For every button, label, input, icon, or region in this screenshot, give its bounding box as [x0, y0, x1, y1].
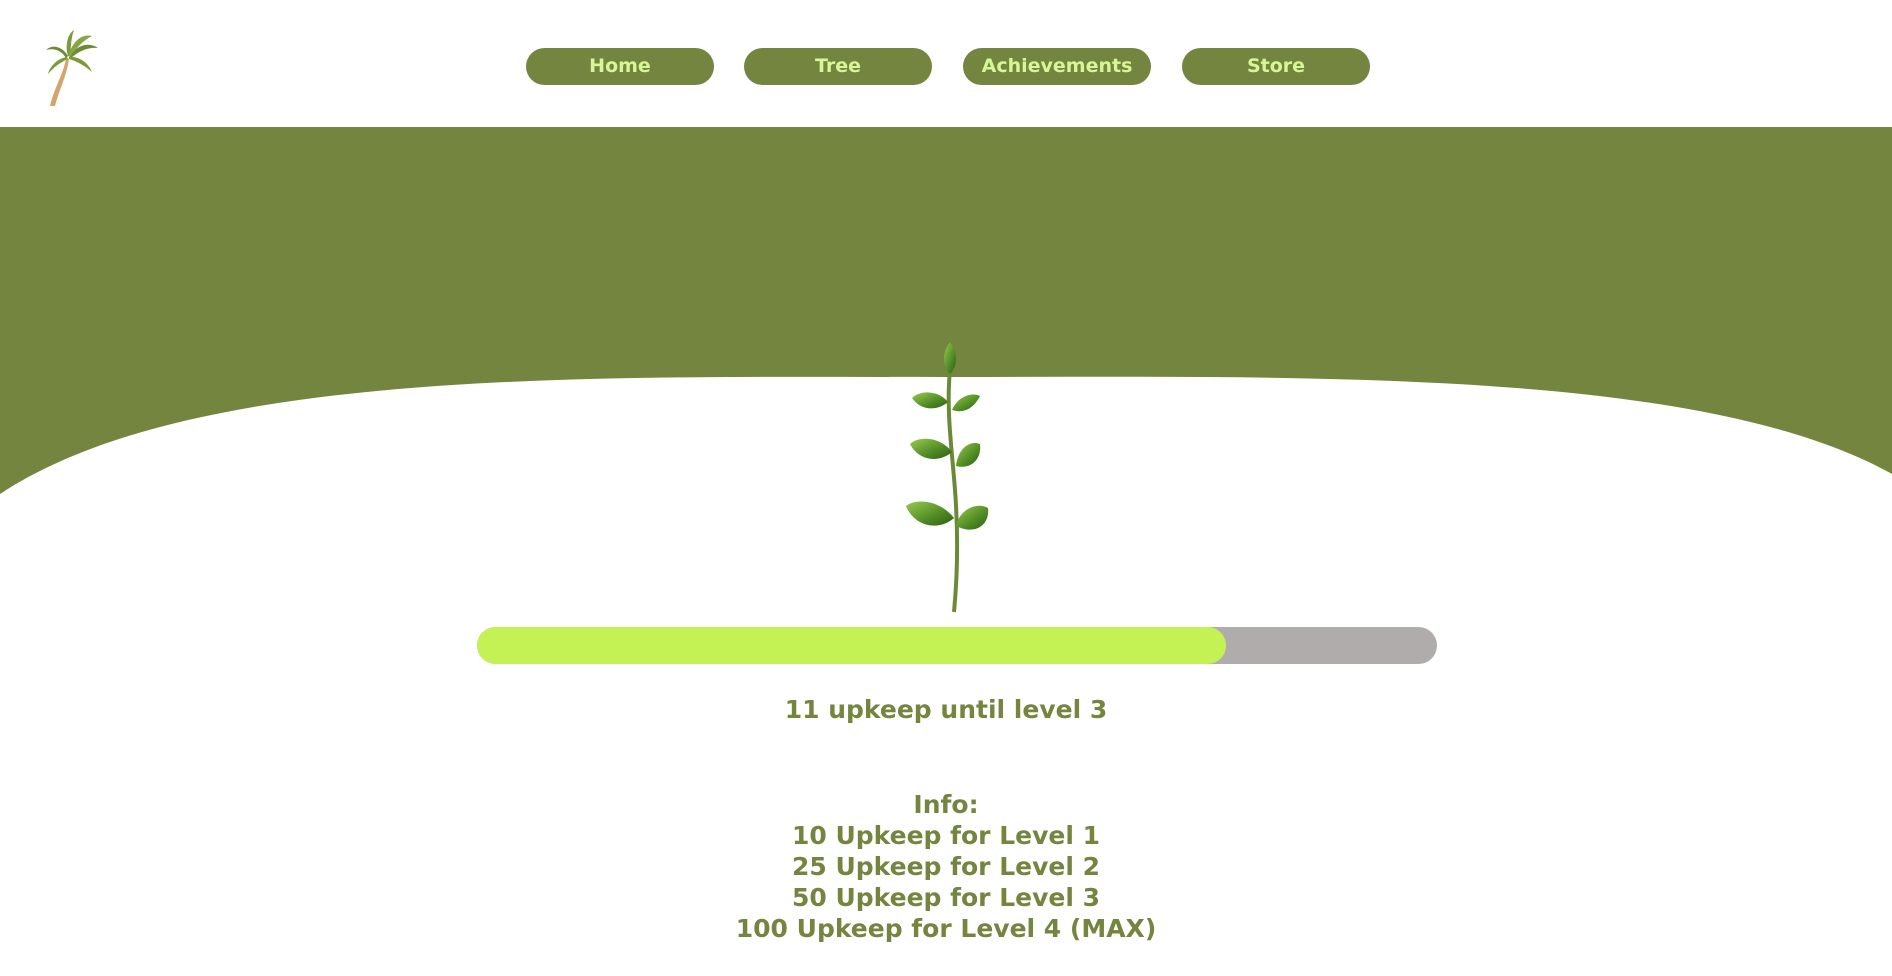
info-level-line: 10 Upkeep for Level 1	[791, 821, 1101, 850]
nav-achievements-button[interactable]: Achievements	[963, 48, 1151, 85]
upkeep-status-text: 11 upkeep until level 3	[784, 695, 1108, 724]
info-section: Info: 10 Upkeep for Level 1 25 Upkeep fo…	[0, 789, 1892, 944]
nav-tree-button[interactable]: Tree	[744, 48, 932, 85]
nav-store-button[interactable]: Store	[1182, 48, 1370, 85]
main-nav: Home Tree Achievements Store	[0, 48, 1892, 85]
header-bar: Home Tree Achievements Store	[0, 0, 1892, 127]
nav-home-button[interactable]: Home	[526, 48, 714, 85]
info-level-line: 50 Upkeep for Level 3	[791, 883, 1101, 912]
info-level-line: 100 Upkeep for Level 4 (MAX)	[735, 914, 1157, 943]
tree-page: Home Tree Achievements Store 11 upkeep u…	[0, 0, 1892, 976]
info-level-line: 25 Upkeep for Level 2	[791, 852, 1101, 881]
upkeep-progress-bar	[477, 627, 1437, 664]
sapling-icon	[906, 342, 989, 613]
upkeep-progress-fill	[477, 627, 1226, 664]
info-heading: Info:	[913, 790, 979, 819]
